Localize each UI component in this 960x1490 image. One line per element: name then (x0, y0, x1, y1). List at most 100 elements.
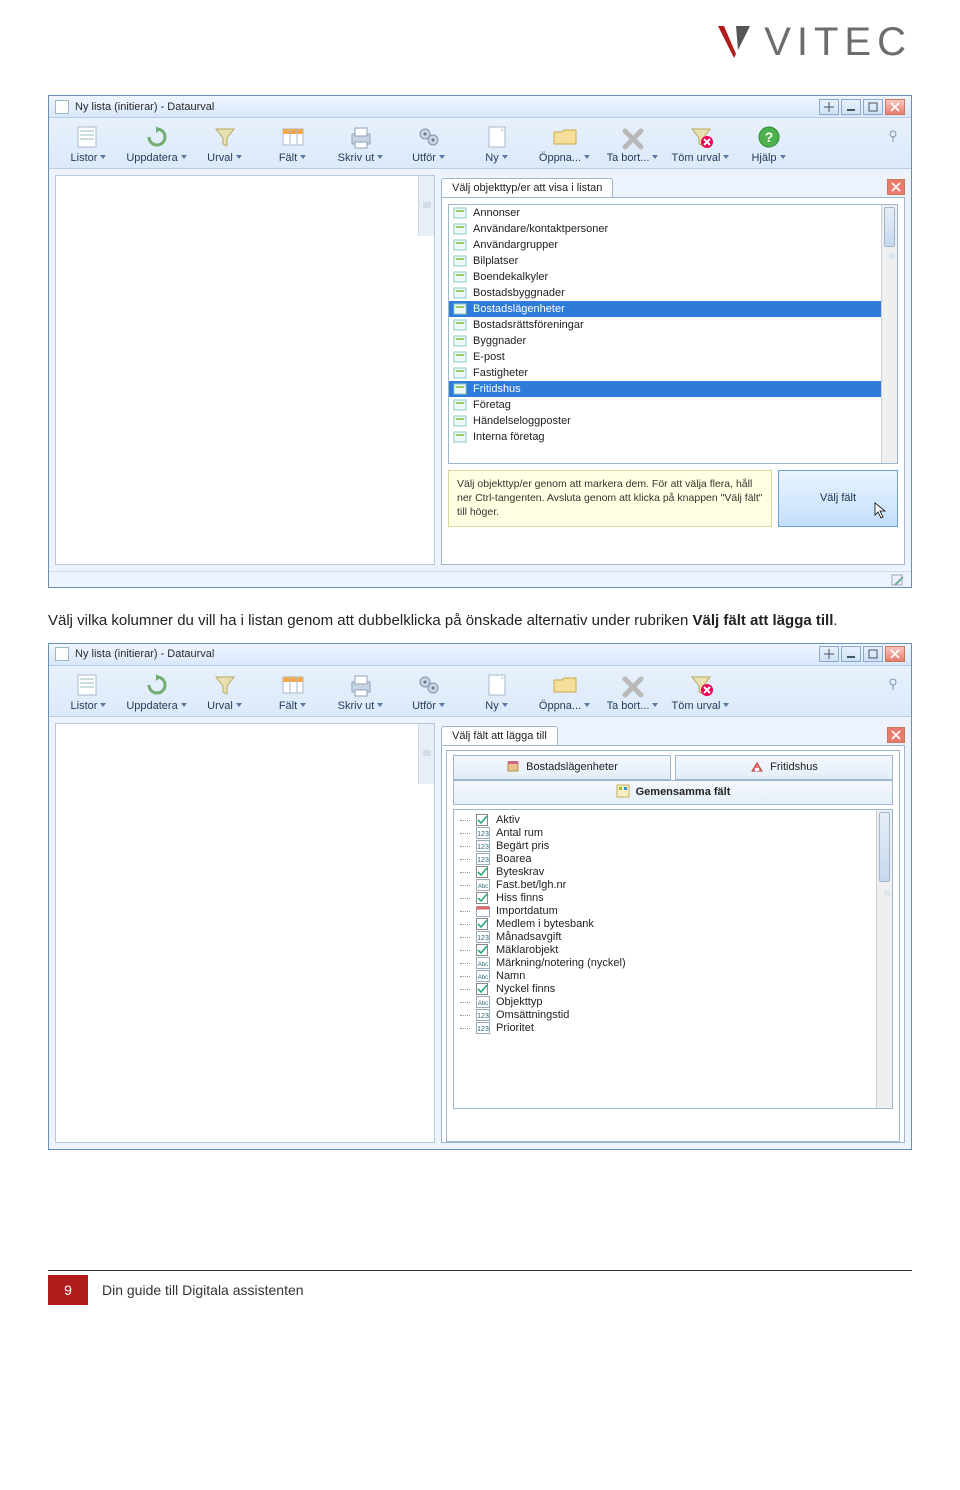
pin-icon[interactable] (885, 128, 901, 144)
toolbar-utf-r[interactable]: Utför (395, 670, 463, 716)
toolbar-icon (618, 672, 648, 698)
list-item[interactable]: Annonser (449, 205, 881, 221)
pin-icon[interactable] (885, 676, 901, 692)
category-tab[interactable]: Fritidshus (675, 755, 893, 780)
tab-label: Fritidshus (770, 761, 818, 773)
list-item[interactable]: E-post (449, 349, 881, 365)
minimize-button[interactable] (841, 99, 861, 115)
list-item[interactable]: Händelseloggposter (449, 413, 881, 429)
toolbar-t-m-urval[interactable]: Töm urval (667, 670, 735, 716)
list-item[interactable]: Företag (449, 397, 881, 413)
toolbar-f-lt[interactable]: Fält (259, 122, 327, 168)
field-item[interactable]: 123Månadsavgift (454, 931, 876, 944)
toolbar-uppdatera[interactable]: Uppdatera (123, 670, 191, 716)
field-label: Boarea (496, 853, 531, 865)
close-button[interactable] (885, 99, 905, 115)
field-type-icon: 123 (476, 840, 490, 852)
list-item[interactable]: Bostadslägenheter (449, 301, 881, 317)
field-item[interactable]: Medlem i bytesbank (454, 918, 876, 931)
fields-panel: Bostadslägenheter Fritidshus Gemensamma f… (441, 745, 905, 1143)
scrollbar[interactable] (418, 176, 434, 236)
close-button[interactable] (885, 646, 905, 662)
chevron-down-icon (651, 701, 659, 709)
svg-text:123: 123 (477, 1026, 489, 1033)
field-label: Aktiv (496, 814, 520, 826)
group-header-label: Gemensamma fält (636, 786, 731, 798)
field-type-icon: 123 (476, 931, 490, 943)
move-button[interactable] (819, 99, 839, 115)
field-tree[interactable]: Aktiv123Antal rum123Begärt pris123Boarea… (453, 809, 893, 1109)
list-item[interactable]: Användare/kontaktpersoner (449, 221, 881, 237)
field-item[interactable]: Hiss finns (454, 892, 876, 905)
category-tab[interactable]: Bostadslägenheter (453, 755, 671, 780)
panel-tab[interactable]: Välj objekttyp/er att visa i listan (441, 178, 613, 197)
minimize-button[interactable] (841, 646, 861, 662)
toolbar-ny[interactable]: Ny (463, 670, 531, 716)
field-label: Begärt pris (496, 840, 549, 852)
field-item[interactable]: Byteskrav (454, 866, 876, 879)
toolbar-urval[interactable]: Urval (191, 670, 259, 716)
chevron-down-icon (438, 701, 446, 709)
field-item[interactable]: AbcNamn (454, 970, 876, 983)
field-item[interactable]: Importdatum (454, 905, 876, 918)
field-item[interactable]: 123 Boarea (454, 853, 876, 866)
field-item[interactable]: 123Omsättningstid (454, 1009, 876, 1022)
svg-text:123: 123 (477, 1013, 489, 1020)
scrollbar[interactable] (876, 810, 892, 1108)
toolbar-label: Listor (71, 700, 98, 712)
field-item[interactable]: AbcFast.bet/lgh.nr (454, 879, 876, 892)
toolbar--ppna-[interactable]: Öppna... (531, 670, 599, 716)
field-type-icon (476, 905, 490, 917)
toolbar-skriv-ut[interactable]: Skriv ut (327, 670, 395, 716)
list-item[interactable]: Byggnader (449, 333, 881, 349)
field-item[interactable]: Mäklarobjekt (454, 944, 876, 957)
list-item[interactable]: Bilplatser (449, 253, 881, 269)
toolbar-ta-bort-[interactable]: Ta bort... (599, 670, 667, 716)
list-item[interactable]: Fritidshus (449, 381, 881, 397)
field-item[interactable]: Aktiv (454, 814, 876, 827)
maximize-button[interactable] (863, 99, 883, 115)
field-item[interactable]: 123 Begärt pris (454, 840, 876, 853)
field-item[interactable]: 123Prioritet (454, 1022, 876, 1035)
list-item[interactable]: Fastigheter (449, 365, 881, 381)
scrollbar[interactable] (881, 205, 897, 463)
object-type-list[interactable]: AnnonserAnvändare/kontaktpersoner Använda… (448, 204, 898, 464)
field-item[interactable]: Nyckel finns (454, 983, 876, 996)
toolbar-icon (550, 124, 580, 150)
toolbar-t-m-urval[interactable]: Töm urval (667, 122, 735, 168)
toolbar-urval[interactable]: Urval (191, 122, 259, 168)
toolbar-ny[interactable]: Ny (463, 122, 531, 168)
toolbar-f-lt[interactable]: Fält (259, 670, 327, 716)
list-item[interactable]: Bostadsbyggnader (449, 285, 881, 301)
toolbar-listor[interactable]: Listor (55, 670, 123, 716)
toolbar-listor[interactable]: Listor (55, 122, 123, 168)
list-item[interactable]: Interna företag (449, 429, 881, 445)
panel-tab[interactable]: Välj fält att lägga till (441, 726, 558, 745)
panel-close-button[interactable] (887, 179, 905, 195)
field-label: Fast.bet/lgh.nr (496, 879, 566, 891)
scrollbar[interactable] (418, 724, 434, 784)
toolbar-icon (346, 672, 376, 698)
toolbar-ta-bort-[interactable]: Ta bort... (599, 122, 667, 168)
list-item[interactable]: Bostadsrättsföreningar (449, 317, 881, 333)
move-button[interactable] (819, 646, 839, 662)
chevron-down-icon (299, 701, 307, 709)
toolbar--ppna-[interactable]: Öppna... (531, 122, 599, 168)
item-label: Användargrupper (473, 239, 558, 251)
panel-close-button[interactable] (887, 727, 905, 743)
maximize-button[interactable] (863, 646, 883, 662)
field-type-icon: 123 (476, 853, 490, 865)
paragraph-suffix: . (833, 612, 837, 629)
list-item[interactable]: Användargrupper (449, 237, 881, 253)
field-item[interactable]: AbcObjekttyp (454, 996, 876, 1009)
chevron-down-icon (722, 701, 730, 709)
toolbar-utf-r[interactable]: Utför (395, 122, 463, 168)
list-item[interactable]: Boendekalkyler (449, 269, 881, 285)
toolbar-skriv-ut[interactable]: Skriv ut (327, 122, 395, 168)
select-fields-button[interactable]: Välj fält (778, 470, 898, 527)
field-item[interactable]: AbcMärkning/notering (nyckel) (454, 957, 876, 970)
toolbar-label: Töm urval (672, 700, 721, 712)
field-item[interactable]: 123Antal rum (454, 827, 876, 840)
toolbar-uppdatera[interactable]: Uppdatera (123, 122, 191, 168)
toolbar-hj-lp[interactable]: ?Hjälp (735, 122, 803, 168)
